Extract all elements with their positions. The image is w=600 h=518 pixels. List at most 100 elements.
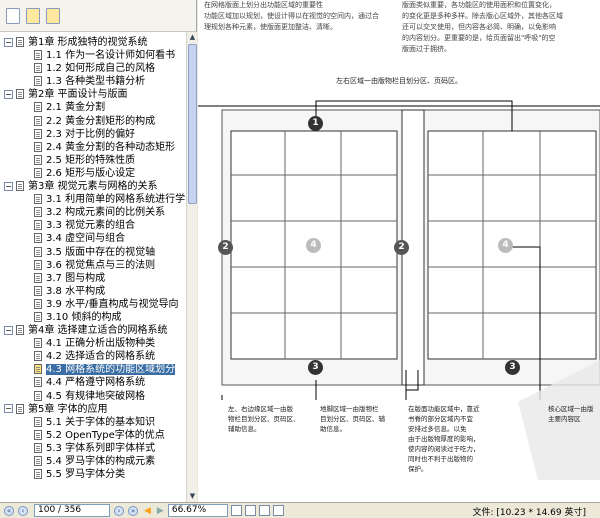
collapse-icon[interactable]: − (4, 404, 13, 414)
page-icon (34, 167, 42, 178)
tree-section[interactable]: 3.8 水平构成 (0, 285, 186, 298)
page-icon (34, 469, 42, 480)
tree-section[interactable]: 3.9 水平/垂直构成与视觉导向 (0, 298, 186, 311)
tree-label: 5.3 字体系列即字体样式 (46, 442, 156, 454)
tree-section[interactable]: 5.1 关于字体的基本知识 (0, 416, 186, 429)
marker-3-left: 3 (308, 360, 323, 375)
tree-section[interactable]: 3.2 构成元素间的比例关系 (0, 206, 186, 219)
file-size-label: 文件: [10.23 * 14.69 英寸] (472, 508, 586, 518)
note-spine: 在版面功能区域中，靠近 书脊的部分区域内不宜 安排过多信息。以免 由于出版物厚度… (408, 405, 480, 473)
scroll-thumb[interactable] (188, 44, 197, 204)
tree-section[interactable]: 2.4 黄金分割的各种动态矩形 (0, 141, 186, 154)
tree-section[interactable]: 1.1 作为一名设计师如何看书 (0, 49, 186, 62)
page-icon (34, 272, 42, 283)
tree-section[interactable]: 2.2 黄金分割矩形的构成 (0, 115, 186, 128)
page-icon (34, 442, 42, 453)
tree-section[interactable]: 2.1 黄金分割 (0, 101, 186, 114)
tree-section[interactable]: 3.1 利用简单的网格系统进行学习 (0, 193, 186, 206)
tree-label: 2.1 黄金分割 (46, 102, 106, 114)
tree-section[interactable]: 4.3 网格系统的功能区域划分 (0, 363, 186, 376)
page-icon (34, 377, 42, 388)
continuous-view-icon[interactable] (244, 505, 256, 516)
tree-label: 3.6 视觉焦点与三的法则 (46, 259, 156, 271)
marker-2-gutter: 2 (394, 240, 409, 255)
collapse-icon[interactable]: − (4, 325, 13, 335)
tree-label: 2.6 矩形与版心设定 (46, 167, 136, 179)
marker-1-top: 1 (308, 116, 323, 131)
tree-label: 5.1 关于字体的基本知识 (46, 416, 156, 428)
page-icon (34, 429, 42, 440)
prev-page-icon[interactable]: ‹ (18, 505, 28, 516)
tree-section[interactable]: 3.10 倾斜的构成 (0, 311, 186, 324)
new-bookmark-icon[interactable] (26, 7, 40, 24)
continuous-facing-view-icon[interactable] (272, 505, 284, 516)
tree-chapter[interactable]: − 第1章 形成独特的视觉系统 (0, 36, 186, 49)
page-icon (34, 154, 42, 165)
first-page-icon[interactable]: « (4, 505, 14, 516)
tree-label: 3.1 利用简单的网格系统进行学习 (46, 194, 186, 206)
tree-chapter[interactable]: − 第4章 选择建立适合的网格系统 (0, 324, 186, 337)
tree-section[interactable]: 2.3 对于比例的偏好 (0, 128, 186, 141)
tree-section[interactable]: 4.5 有规律地突破网格 (0, 390, 186, 403)
note-left-margin: 左、右边缘区域一由版 物栏目划分区、页码区、 辅助信息。 (228, 405, 300, 433)
collapse-icon[interactable]: − (4, 181, 13, 191)
tree-section[interactable]: 4.1 正确分析出版物种类 (0, 337, 186, 350)
bookmark-panel: − 第1章 形成独特的视觉系统 1.1 作为一名设计师如何看书 1.2 如何形成自己的… (0, 0, 197, 502)
add-bookmark-icon[interactable] (46, 7, 60, 24)
tree-section[interactable]: 5.4 罗马字体的构成元素 (0, 455, 186, 468)
collapse-icon[interactable]: − (4, 37, 13, 47)
page-icon (34, 364, 42, 375)
scroll-down-icon[interactable]: ▼ (188, 492, 197, 501)
tree-section[interactable]: 3.4 虚空间与组合 (0, 232, 186, 245)
page-icon (34, 416, 42, 427)
tree-section[interactable]: 3.6 视觉焦点与三的法则 (0, 259, 186, 272)
page-icon (34, 63, 42, 74)
collapse-icon[interactable]: − (4, 89, 13, 99)
tree-chapter[interactable]: − 第5章 字体的应用 (0, 403, 186, 416)
tree-chapter[interactable]: − 第3章 视觉元素与网格的关系 (0, 180, 186, 193)
tree-section[interactable]: 4.2 选择适合的网格系统 (0, 350, 186, 363)
page-icon (34, 456, 42, 466)
page-icon (34, 220, 42, 231)
scroll-up-icon[interactable]: ▲ (188, 33, 197, 42)
marker-4-left: 4 (306, 238, 321, 253)
next-page-icon[interactable]: › (114, 505, 124, 516)
page-icon (34, 285, 42, 296)
tree-section[interactable]: 5.2 OpenType字体的优点 (0, 429, 186, 442)
tree-label: 1.2 如何形成自己的风格 (46, 63, 156, 75)
tree-section[interactable]: 2.6 矩形与版心设定 (0, 167, 186, 180)
tree-section[interactable]: 4.4 严格遵守网格系统 (0, 376, 186, 389)
facing-view-icon[interactable] (258, 505, 270, 516)
tree-section[interactable]: 1.2 如何形成自己的风格 (0, 62, 186, 75)
page-number-field[interactable]: 100 / 356 (34, 504, 110, 517)
tree-section[interactable]: 5.3 字体系列即字体样式 (0, 442, 186, 455)
tree-label: 4.4 严格遵守网格系统 (46, 377, 146, 389)
tree-section[interactable]: 2.5 矩形的特殊性质 (0, 154, 186, 167)
tree-label: 3.10 倾斜的构成 (46, 311, 122, 323)
page-icon (34, 311, 42, 322)
page-icon (16, 181, 24, 192)
bookmark-scrollbar[interactable]: ▲ ▼ (186, 32, 197, 502)
page-icon (34, 102, 42, 113)
status-bar: « ‹ 100 / 356 › » ◀ ▶ 66.67% 文件: [10.23 … (0, 502, 600, 518)
back-arrow-icon[interactable]: ◀ (144, 506, 151, 516)
tree-section[interactable]: 5.5 罗马字体分类 (0, 468, 186, 481)
note-footer: 地脚区域一由版物栏 目划分区、页码区、辅 助信息。 (320, 405, 385, 433)
tree-section[interactable]: 1.3 各种类型书籍分析 (0, 75, 186, 88)
tree-label: 第5章 字体的应用 (28, 403, 108, 415)
single-page-view-icon[interactable] (230, 505, 242, 516)
tree-label: 5.2 OpenType字体的优点 (46, 429, 165, 441)
tree-chapter[interactable]: − 第2章 平面设计与版面 (0, 88, 186, 101)
document-page: 在网格版面上划分出功能区域的重要性 功能区域加以规划，使设计得以在视觉的空间内，… (198, 0, 600, 502)
tree-label: 2.3 对于比例的偏好 (46, 128, 136, 140)
tree-section[interactable]: 3.7 图与构成 (0, 272, 186, 285)
tree-section[interactable]: 3.5 版面中存在的视觉轴 (0, 246, 186, 259)
bookmark-tree: − 第1章 形成独特的视觉系统 1.1 作为一名设计师如何看书 1.2 如何形成自己的… (0, 32, 186, 502)
last-page-icon[interactable]: » (128, 505, 138, 516)
tree-section[interactable]: 3.3 视觉元素的组合 (0, 219, 186, 232)
delete-bookmark-icon[interactable] (6, 7, 20, 24)
page-icon (34, 50, 42, 61)
tree-label: 2.2 黄金分割矩形的构成 (46, 115, 156, 127)
zoom-field[interactable]: 66.67% (167, 504, 228, 517)
forward-arrow-icon[interactable]: ▶ (157, 506, 164, 516)
